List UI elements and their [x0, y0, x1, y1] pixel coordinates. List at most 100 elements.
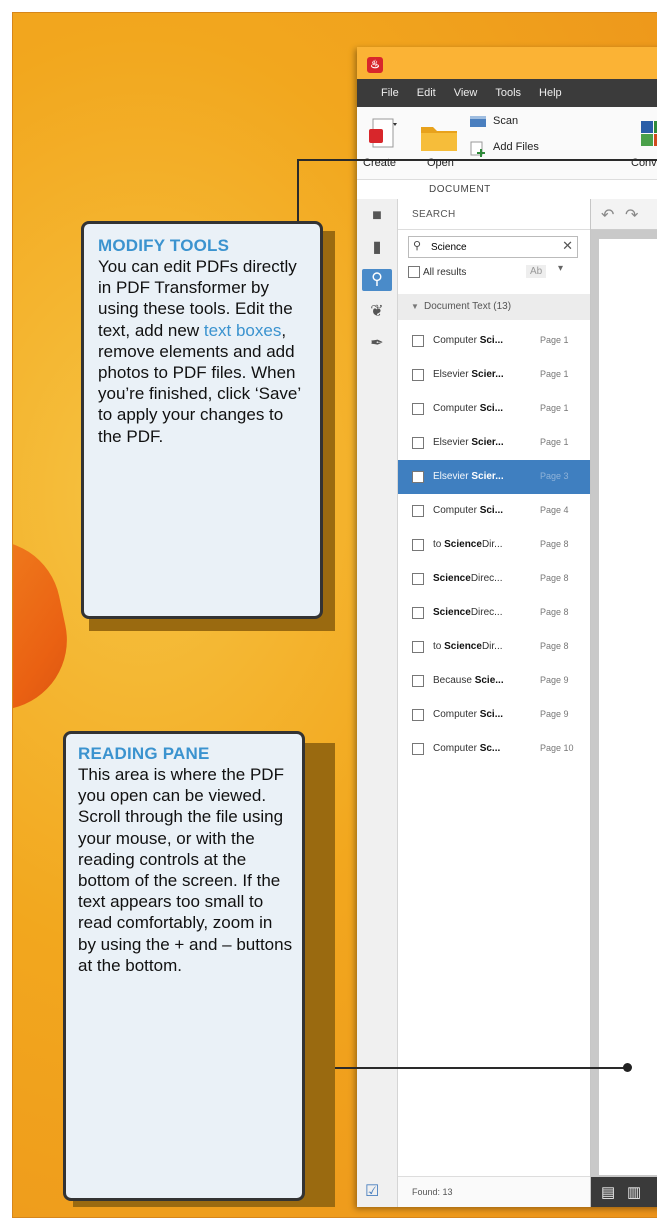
folder-icon	[421, 127, 457, 151]
result-row[interactable]: Computer Sci... Page 1	[398, 324, 590, 358]
bookmark-icon[interactable]: ▮	[366, 237, 388, 259]
result-page: Page 1	[540, 437, 569, 447]
menu-help[interactable]: Help	[539, 87, 562, 99]
match-case-button[interactable]: Ab	[526, 265, 547, 278]
background-swoosh	[13, 527, 80, 709]
result-checkbox[interactable]	[412, 369, 424, 381]
callout-modify-tools: MODIFY TOOLS You can edit PDFs directly …	[81, 221, 323, 619]
result-checkbox[interactable]	[412, 641, 424, 653]
result-page: Page 10	[540, 743, 574, 753]
result-page: Page 9	[540, 709, 569, 719]
panel-header: SEARCH	[398, 199, 590, 230]
menu-tools[interactable]: Tools	[495, 87, 521, 99]
result-page: Page 8	[540, 641, 569, 651]
result-page: Page 1	[540, 369, 569, 379]
checklist-icon[interactable]: ☑	[365, 1181, 379, 1201]
result-row[interactable]: to ScienceDir... Page 8	[398, 528, 590, 562]
all-results-option[interactable]: All results	[408, 266, 466, 278]
create-button[interactable]: Create	[361, 111, 407, 175]
ribbon-section: DOCUMENT	[357, 180, 657, 201]
page-icon[interactable]: ■	[366, 205, 388, 227]
result-text: Elsevier Scier...	[433, 369, 504, 380]
search-input-icon: ⚲	[413, 240, 422, 252]
result-row[interactable]: to ScienceDir... Page 8	[398, 630, 590, 664]
menu-file[interactable]: File	[381, 87, 399, 99]
result-page: Page 8	[540, 539, 569, 549]
result-checkbox[interactable]	[412, 607, 424, 619]
result-text: ScienceDirec...	[433, 607, 503, 618]
convert-button[interactable]: Conve	[629, 111, 657, 175]
search-icon[interactable]: ⚲	[362, 269, 392, 291]
connector-line	[297, 159, 657, 161]
result-row[interactable]: ScienceDirec... Page 8	[398, 596, 590, 630]
result-row[interactable]: Elsevier Scier... Page 1	[398, 426, 590, 460]
open-button[interactable]: Open	[415, 111, 465, 175]
result-page: Page 1	[540, 403, 569, 413]
result-checkbox[interactable]	[412, 471, 424, 483]
result-text: to ScienceDir...	[433, 539, 503, 550]
result-checkbox[interactable]	[412, 539, 424, 551]
main-area: ■ ▮ ⚲ ❦ ✒ ☑ SEARCH ⚲ ✕ All results	[357, 199, 657, 1207]
result-text: Computer Sci...	[433, 403, 504, 414]
chevron-down-icon[interactable]: ▾	[558, 263, 563, 274]
scan-label: Scan	[493, 115, 519, 127]
ribbon: Create Open Scan Add Files Conv	[357, 107, 657, 180]
attachment-icon[interactable]: ❦	[366, 301, 388, 323]
result-text: Computer Sc...	[433, 743, 501, 754]
collapse-triangle-icon[interactable]: ▼	[411, 302, 419, 311]
menu-edit[interactable]: Edit	[417, 87, 436, 99]
undo-icon[interactable]: ↶	[601, 205, 614, 225]
connector-line	[297, 159, 299, 221]
all-results-label: All results	[423, 266, 467, 278]
found-bar: Found: 13	[398, 1176, 590, 1207]
results-group-header[interactable]: ▼ Document Text (13)	[398, 294, 590, 320]
result-checkbox[interactable]	[412, 335, 424, 347]
pdf-page[interactable]	[599, 239, 657, 1175]
result-text: Computer Sci...	[433, 335, 504, 346]
result-row[interactable]: Computer Sci... Page 9	[398, 698, 590, 732]
result-page: Page 1	[540, 335, 569, 345]
callout-highlight: text boxes	[203, 320, 282, 340]
result-row[interactable]: ScienceDirec... Page 8	[398, 562, 590, 596]
result-checkbox[interactable]	[412, 709, 424, 721]
menu-bar: File Edit View Tools Help	[357, 79, 657, 107]
add-files-label: Add Files	[493, 141, 539, 153]
add-files-button[interactable]: Add Files	[469, 139, 549, 159]
callout-title: READING PANE	[78, 744, 210, 763]
single-page-view-icon[interactable]: ▤	[601, 1183, 615, 1201]
page-frame: ♨ File Edit View Tools Help Create Open …	[12, 12, 657, 1218]
result-row[interactable]: Elsevier Scier... Page 1	[398, 358, 590, 392]
result-checkbox[interactable]	[412, 437, 424, 449]
result-text: Computer Sci...	[433, 505, 504, 516]
viewer-footer: ▤ ▥	[591, 1177, 657, 1207]
result-checkbox[interactable]	[412, 403, 424, 415]
result-checkbox[interactable]	[412, 573, 424, 585]
callout-reading-pane: READING PANE This area is where the PDF …	[63, 731, 305, 1201]
redo-icon[interactable]: ↷	[625, 205, 638, 225]
result-row[interactable]: Because Scie... Page 9	[398, 664, 590, 698]
result-checkbox[interactable]	[412, 675, 424, 687]
scanner-icon	[470, 116, 486, 127]
scan-button[interactable]: Scan	[469, 113, 539, 133]
search-input[interactable]	[429, 241, 553, 254]
result-page: Page 9	[540, 675, 569, 685]
result-page: Page 3	[540, 471, 569, 481]
result-row[interactable]: Elsevier Scier... Page 3	[398, 460, 590, 494]
menu-view[interactable]: View	[454, 87, 478, 99]
app-logo-icon: ♨	[367, 57, 383, 73]
result-text: Computer Sci...	[433, 709, 504, 720]
result-row[interactable]: Computer Sci... Page 4	[398, 494, 590, 528]
result-text: to ScienceDir...	[433, 641, 503, 652]
signature-icon[interactable]: ✒	[366, 333, 388, 355]
callout-title: MODIFY TOOLS	[98, 236, 230, 255]
all-results-checkbox[interactable]	[408, 266, 420, 278]
reading-pane[interactable]: ↶ ↷ ▤ ▥	[591, 199, 657, 1207]
callout-body: This area is where the PDF you open can …	[78, 765, 293, 975]
continuous-view-icon[interactable]: ▥	[627, 1183, 641, 1201]
result-row[interactable]: Computer Sci... Page 1	[398, 392, 590, 426]
result-row[interactable]: Computer Sc... Page 10	[398, 732, 590, 766]
result-checkbox[interactable]	[412, 743, 424, 755]
search-box[interactable]: ⚲ ✕	[408, 236, 578, 258]
result-checkbox[interactable]	[412, 505, 424, 517]
clear-icon[interactable]: ✕	[562, 238, 573, 254]
